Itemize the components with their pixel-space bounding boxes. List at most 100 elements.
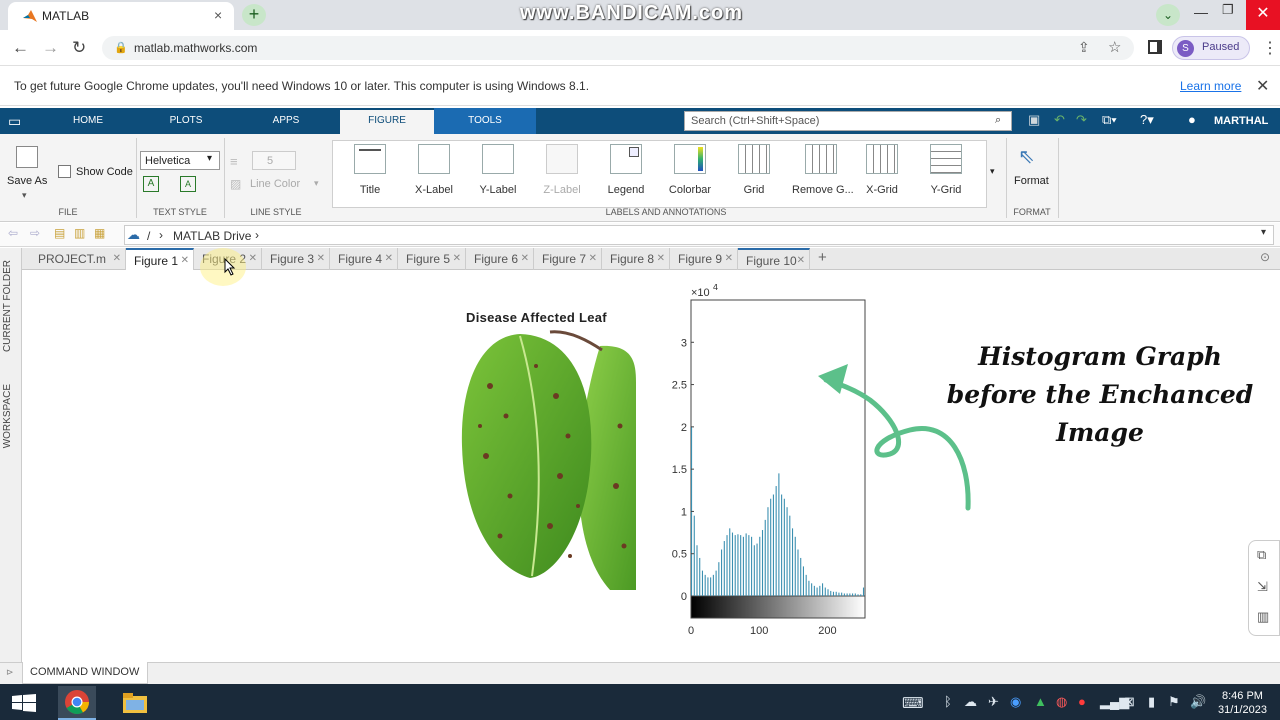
flag-icon[interactable]: ⚑ (1168, 694, 1180, 710)
save-as-icon[interactable] (16, 146, 38, 168)
current-folder-panel-tab[interactable]: CURRENT FOLDER (2, 260, 13, 352)
x-grid-button[interactable]: X-Grid (856, 144, 908, 196)
chevron-down-icon[interactable]: ▾ (1261, 227, 1266, 238)
user-icon[interactable]: ● (1188, 112, 1196, 127)
y-label-button[interactable]: Y-Label (472, 144, 524, 196)
user-name[interactable]: MARTHAL (1214, 115, 1268, 127)
share-icon[interactable]: ⇪ (1078, 39, 1090, 56)
decrease-font-icon[interactable]: A (180, 176, 196, 192)
doc-tab-project[interactable]: PROJECT.m ✕ (30, 248, 126, 270)
undock-icon[interactable]: ⇲ (1257, 579, 1268, 595)
doc-tab-figure-1[interactable]: Figure 1 ✕ (126, 248, 194, 270)
doc-tab-figure-3[interactable]: Figure 3 ✕ (262, 248, 330, 270)
close-icon[interactable]: ✕ (589, 248, 597, 270)
doc-tab-figure-7[interactable]: Figure 7 ✕ (534, 248, 602, 270)
command-window-tab[interactable]: COMMAND WINDOW (22, 662, 148, 684)
alert-icon[interactable]: ▲ (1034, 694, 1047, 709)
back-folder-icon[interactable]: ⇦ (8, 226, 18, 240)
browser-tab-matlab[interactable]: MATLAB × (8, 2, 234, 30)
close-icon[interactable]: ✕ (113, 248, 121, 270)
remove-grid-button[interactable]: Remove G... (792, 144, 854, 196)
side-panel-icon[interactable] (1148, 40, 1162, 54)
format-button[interactable]: Format (1014, 175, 1049, 187)
recording-app-icon[interactable]: ◍ (1056, 694, 1067, 710)
tab-home[interactable]: HOME (56, 108, 120, 134)
network-icon[interactable]: ⊠ (1124, 694, 1135, 710)
close-icon[interactable]: ✕ (181, 250, 189, 272)
close-icon[interactable]: ✕ (385, 248, 393, 270)
search-tray-icon[interactable]: ◉ (1010, 694, 1021, 710)
format-icon[interactable]: ⇖ (1018, 144, 1035, 169)
line-color-button[interactable]: Line Color (250, 178, 300, 190)
help-icon[interactable]: ?▾ (1140, 112, 1154, 128)
bookmark-star-icon[interactable]: ☆ (1108, 38, 1121, 56)
browser-menu-icon[interactable]: ⋮ (1262, 38, 1278, 58)
keyboard-icon[interactable]: ⌨ (902, 694, 924, 712)
address-bar[interactable]: 🔒 matlab.mathworks.com ⇪ ☆ (102, 36, 1134, 60)
path-input[interactable]: ☁ / › MATLAB Drive › ▾ (124, 225, 1274, 245)
grid-button[interactable]: Grid (728, 144, 780, 196)
close-icon[interactable]: ✕ (657, 248, 665, 270)
colorbar-button[interactable]: Colorbar (664, 144, 716, 196)
undo-icon[interactable]: ↶ (1054, 112, 1065, 128)
tab-figure[interactable]: FIGURE (340, 110, 434, 134)
new-tab-button[interactable]: + (242, 4, 266, 26)
back-arrow-icon[interactable]: ← (12, 38, 29, 58)
show-code-checkbox[interactable] (58, 165, 71, 178)
increase-font-icon[interactable]: A (143, 176, 159, 192)
profile-button[interactable]: S Paused (1172, 36, 1250, 60)
dock-icon[interactable]: ⧉ (1257, 547, 1266, 563)
volume-icon[interactable]: 🔊 (1190, 694, 1206, 710)
expand-icon[interactable]: ⊳ (6, 667, 14, 678)
forward-folder-icon[interactable]: ⇨ (30, 226, 40, 240)
close-icon[interactable]: ✕ (521, 248, 529, 270)
learn-more-link[interactable]: Learn more (1180, 79, 1241, 93)
workspace-panel-tab[interactable]: WORKSPACE (2, 384, 13, 448)
doc-tab-figure-10[interactable]: Figure 10 ✕ (738, 248, 810, 270)
line-width-spinner[interactable]: 5 (252, 151, 296, 170)
close-icon[interactable]: ✕ (797, 250, 805, 272)
y-grid-button[interactable]: Y-Grid (920, 144, 972, 196)
tab-plots[interactable]: PLOTS (154, 108, 218, 134)
panel-layout-icon[interactable]: ▥ (1257, 609, 1269, 625)
matlab-search-input[interactable]: Search (Ctrl+Shift+Space) ⌕ (684, 111, 1012, 131)
close-icon[interactable]: ✕ (725, 248, 733, 270)
desktop-icon[interactable]: ▭ (8, 113, 21, 130)
windows-start-icon[interactable] (12, 694, 36, 712)
doc-tab-figure-4[interactable]: Figure 4 ✕ (330, 248, 398, 270)
title-button[interactable]: Title (344, 144, 396, 196)
add-tab-icon[interactable]: + (818, 249, 827, 266)
tab-options-icon[interactable]: ⊙ (1260, 250, 1270, 264)
tab-close-icon[interactable]: × (214, 7, 222, 23)
chrome-taskbar-button[interactable] (58, 686, 96, 720)
save-as-button[interactable]: Save As (7, 175, 47, 187)
up-folder-icon[interactable]: ▤ (54, 226, 65, 240)
minimize-window-icon[interactable]: — (1194, 4, 1208, 20)
close-icon[interactable]: ✕ (249, 248, 257, 270)
browse-folder-icon[interactable]: ▦ (94, 226, 105, 240)
doc-tab-figure-8[interactable]: Figure 8 ✕ (602, 248, 670, 270)
z-label-button[interactable]: Z-Label (536, 144, 588, 196)
doc-tab-figure-9[interactable]: Figure 9 ✕ (670, 248, 738, 270)
close-icon[interactable]: ✕ (317, 248, 325, 270)
infobar-close-icon[interactable]: ✕ (1256, 76, 1269, 96)
doc-tab-figure-6[interactable]: Figure 6 ✕ (466, 248, 534, 270)
taskbar-clock[interactable]: 8:46 PM 31/1/2023 (1218, 689, 1267, 717)
tab-search-chevron-icon[interactable]: ⌄ (1156, 4, 1180, 26)
battery-icon[interactable]: ▮ (1148, 694, 1155, 710)
layout-icon[interactable]: ⧉▾ (1102, 112, 1117, 128)
font-select[interactable]: Helvetica ▾ (140, 151, 220, 170)
restore-window-icon[interactable]: ❐ (1222, 2, 1234, 18)
redo-icon[interactable]: ↷ (1076, 112, 1087, 128)
x-label-button[interactable]: X-Label (408, 144, 460, 196)
tray-app-icon[interactable]: ✈ (988, 694, 999, 710)
close-window-icon[interactable]: ✕ (1246, 0, 1280, 30)
save-icon[interactable]: ▣ (1028, 112, 1040, 128)
file-explorer-taskbar-button[interactable] (116, 686, 154, 720)
open-folder-icon[interactable]: ▥ (74, 226, 85, 240)
path-folder[interactable]: MATLAB Drive (173, 229, 251, 243)
reload-icon[interactable]: ↻ (72, 38, 86, 58)
close-icon[interactable]: ✕ (453, 248, 461, 270)
tab-apps[interactable]: APPS (254, 108, 318, 134)
bluetooth-icon[interactable]: ᛒ (944, 694, 952, 709)
